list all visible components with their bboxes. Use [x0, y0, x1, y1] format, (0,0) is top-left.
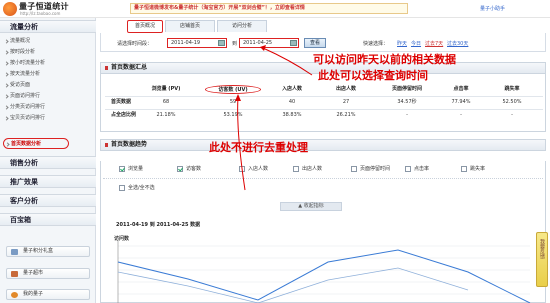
annotation-date-range: 此处可以选择查询时间 — [318, 69, 428, 82]
arrow-line — [262, 47, 313, 76]
annotation-no-dedup: 此处不进行去重处理 — [209, 141, 308, 154]
feedback-button[interactable]: 我要反馈 — [536, 232, 548, 287]
feedback-label: 我要反馈 — [539, 239, 545, 259]
arrow-head — [260, 45, 266, 51]
series-line-uv — [117, 267, 469, 303]
annotation-history: 可以访问昨天以前的相关数据 — [313, 53, 456, 66]
arrow-head — [235, 94, 241, 101]
